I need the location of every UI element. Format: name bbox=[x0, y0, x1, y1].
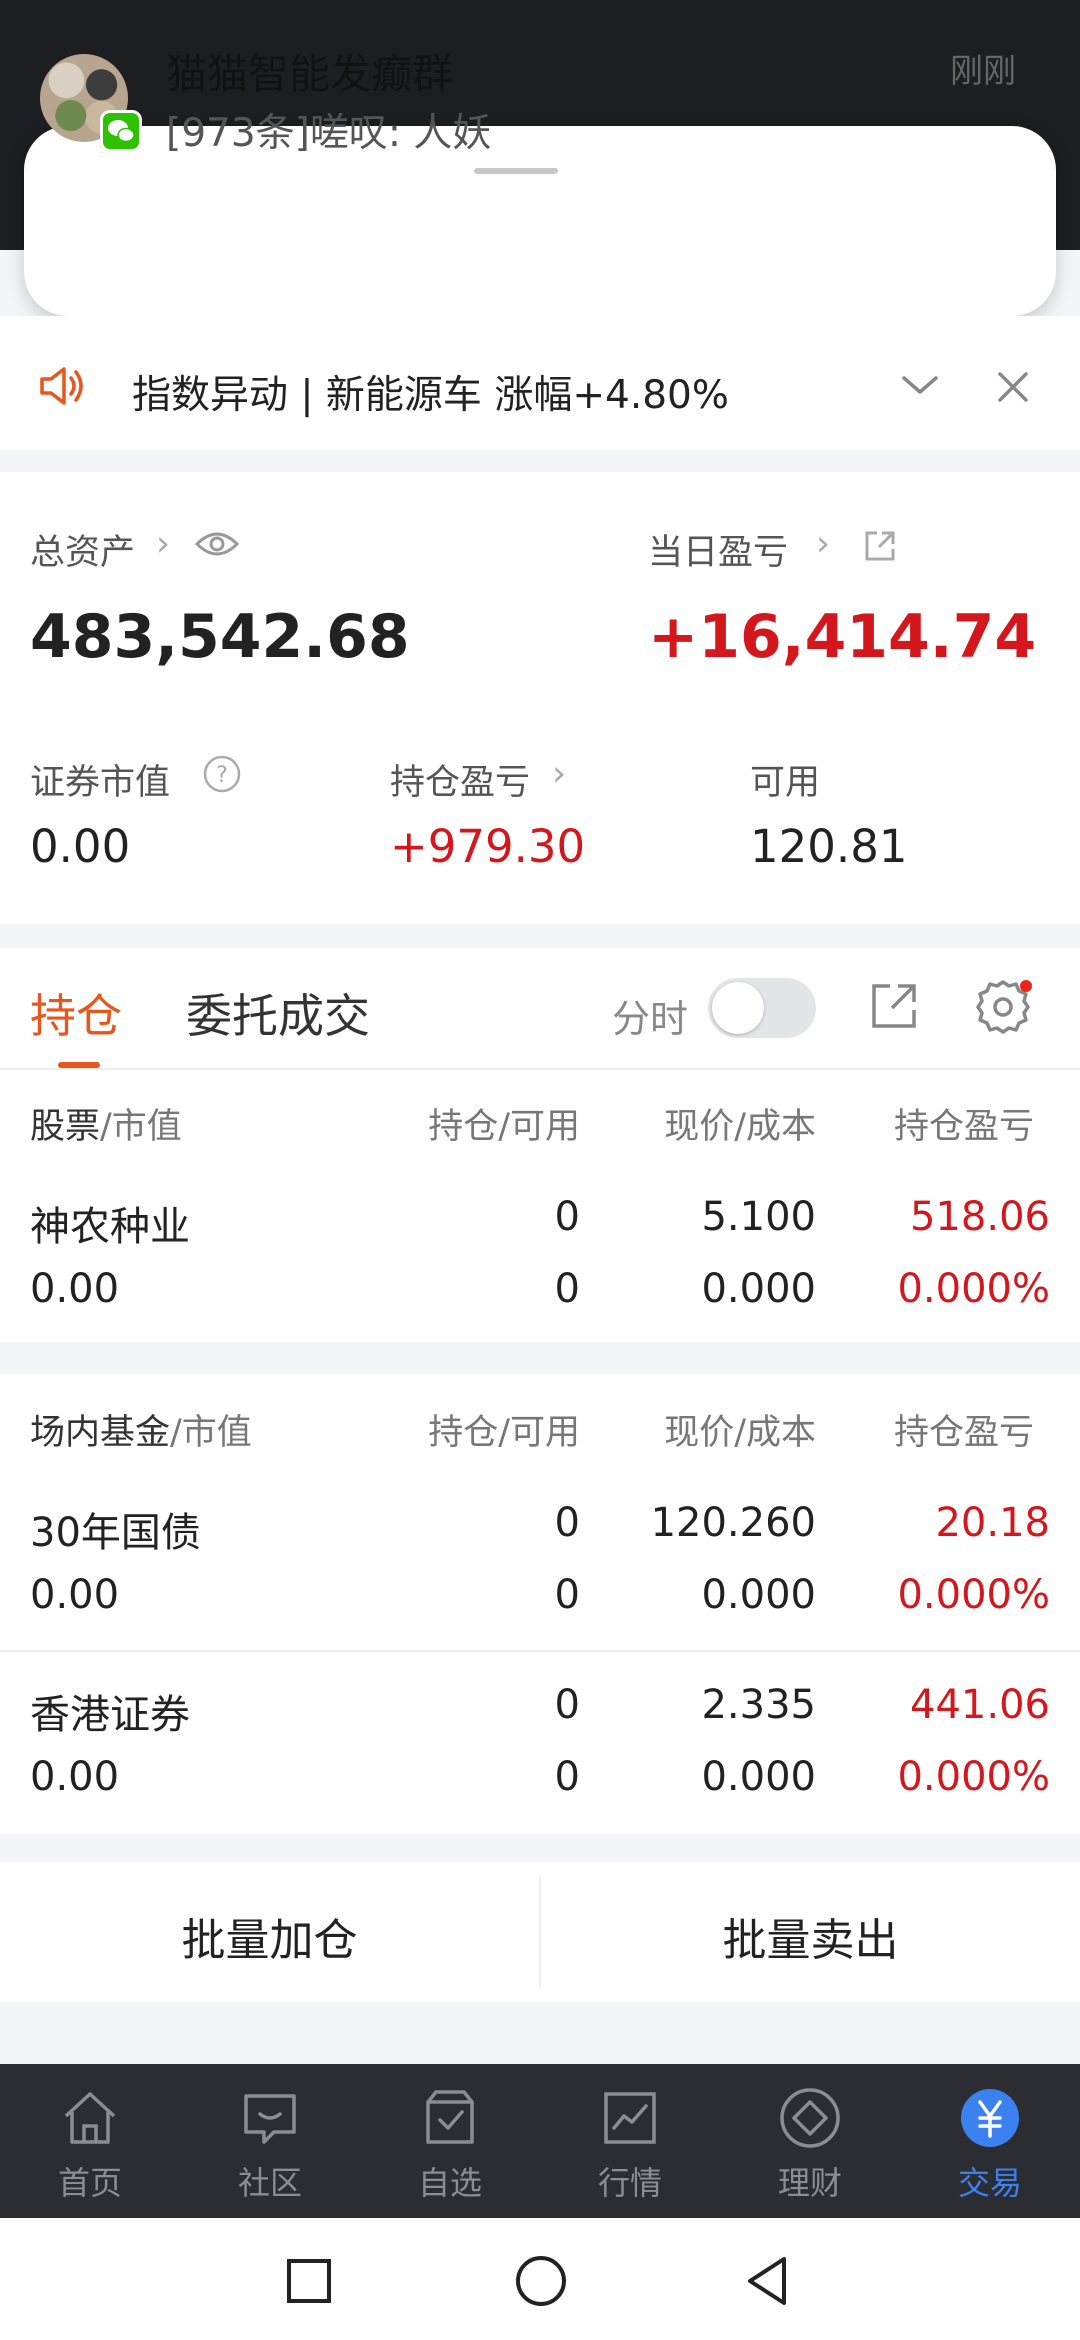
divider bbox=[0, 1068, 1080, 1070]
fund-value: 0.00 bbox=[30, 1572, 120, 1618]
nav-watchlist[interactable]: 自选 bbox=[360, 2064, 540, 2218]
nav-label: 社区 bbox=[237, 2164, 302, 2202]
stock-price: 5.100 bbox=[701, 1194, 816, 1240]
nav-trade[interactable]: 交易 bbox=[900, 2064, 1080, 2218]
market-value-label: 证券市值 bbox=[30, 763, 171, 803]
position-pl-value: +979.30 bbox=[390, 820, 586, 873]
batch-sell-button[interactable]: 批量卖出 bbox=[541, 1904, 1080, 1968]
settings-icon[interactable] bbox=[972, 976, 1034, 1038]
daily-pl-value: +16,414.74 bbox=[648, 602, 1037, 672]
recents-icon[interactable] bbox=[286, 2258, 332, 2304]
fund-pl-pct: 0.000% bbox=[897, 1754, 1050, 1800]
stock-hold: 0 bbox=[554, 1194, 580, 1240]
stock-pl-pct: 0.000% bbox=[897, 1266, 1050, 1312]
fund-price: 120.260 bbox=[650, 1500, 816, 1546]
home-icon bbox=[64, 2092, 116, 2144]
fund-hold: 0 bbox=[554, 1500, 580, 1546]
fund-value: 0.00 bbox=[30, 1754, 120, 1800]
fund-header-pl: 持仓盈亏 bbox=[894, 1413, 1035, 1453]
fund-header-price: 现价/成本 bbox=[664, 1413, 816, 1453]
nav-label: 理财 bbox=[777, 2164, 842, 2202]
section-divider bbox=[0, 1342, 1080, 1374]
share-icon[interactable] bbox=[862, 528, 898, 564]
nav-market[interactable]: 行情 bbox=[540, 2064, 720, 2218]
stock-header-price: 现价/成本 bbox=[664, 1107, 816, 1147]
share-icon[interactable] bbox=[868, 980, 920, 1032]
fund-header-name: 场内基金/市值 bbox=[30, 1413, 252, 1453]
total-assets-label[interactable]: 总资产 bbox=[30, 524, 135, 575]
chart-icon bbox=[604, 2092, 656, 2144]
notification-handle[interactable] bbox=[474, 168, 558, 174]
speaker-icon bbox=[40, 367, 83, 405]
fund-cost: 0.000 bbox=[701, 1754, 816, 1800]
nav-label: 行情 bbox=[597, 2164, 662, 2202]
fund-pl-pct: 0.000% bbox=[897, 1572, 1050, 1618]
total-assets-value: 483,542.68 bbox=[30, 602, 410, 672]
notification-body: [973条]嗟叹: 人妖 bbox=[166, 111, 492, 156]
available-value: 120.81 bbox=[750, 820, 908, 873]
fund-name[interactable]: 30年国债 bbox=[30, 1500, 201, 1558]
stock-pl: 518.06 bbox=[910, 1194, 1050, 1240]
intraday-toggle-label: 分时 bbox=[612, 997, 689, 1041]
close-icon[interactable] bbox=[996, 370, 1030, 404]
chat-icon bbox=[244, 2094, 296, 2144]
nav-label: 首页 bbox=[57, 2164, 122, 2202]
stock-header-position: 持仓/可用 bbox=[428, 1107, 580, 1147]
chevron-right-icon[interactable]: › bbox=[816, 524, 830, 564]
stock-name[interactable]: 神农种业 bbox=[30, 1194, 190, 1252]
stock-cost: 0.000 bbox=[701, 1266, 816, 1312]
fund-cost: 0.000 bbox=[701, 1572, 816, 1618]
stock-header-name: 股票/市值 bbox=[30, 1107, 182, 1147]
eye-icon[interactable] bbox=[194, 528, 240, 560]
nav-home[interactable]: 首页 bbox=[0, 2064, 180, 2218]
diamond-icon bbox=[780, 2088, 840, 2148]
stock-avail: 0 bbox=[554, 1266, 580, 1312]
position-pl-label[interactable]: 持仓盈亏 bbox=[390, 754, 530, 805]
fund-pl: 20.18 bbox=[935, 1500, 1050, 1546]
tab-positions[interactable]: 持仓 bbox=[30, 980, 122, 1046]
chevron-down-icon[interactable] bbox=[900, 370, 940, 400]
fund-hold: 0 bbox=[554, 1682, 580, 1728]
notification-time: 刚刚 bbox=[950, 51, 1016, 90]
yuan-icon bbox=[961, 2089, 1019, 2147]
back-icon[interactable] bbox=[744, 2254, 790, 2308]
nav-community[interactable]: 社区 bbox=[180, 2064, 360, 2218]
available-label: 可用 bbox=[750, 763, 821, 803]
table-row[interactable] bbox=[0, 1652, 1080, 1832]
watchlist-icon bbox=[426, 2090, 474, 2144]
fund-pl: 441.06 bbox=[910, 1682, 1050, 1728]
index-alert-text[interactable]: 指数异动 | 新能源车 涨幅+4.80% bbox=[132, 364, 729, 420]
fund-price: 2.335 bbox=[701, 1682, 816, 1728]
nav-label: 自选 bbox=[417, 2164, 482, 2202]
nav-wealth[interactable]: 理财 bbox=[720, 2064, 900, 2218]
fund-header-position: 持仓/可用 bbox=[428, 1413, 580, 1453]
help-icon[interactable]: ? bbox=[202, 754, 242, 794]
market-value: 0.00 bbox=[30, 820, 131, 873]
fund-avail: 0 bbox=[554, 1754, 580, 1800]
notification-title: 猫猫智能发癫群 bbox=[166, 50, 453, 98]
svg-text:?: ? bbox=[216, 763, 228, 788]
fund-name[interactable]: 香港证券 bbox=[30, 1682, 190, 1740]
nav-label: 交易 bbox=[957, 2164, 1022, 2202]
stock-header-pl: 持仓盈亏 bbox=[894, 1107, 1035, 1147]
daily-pl-label[interactable]: 当日盈亏 bbox=[648, 524, 788, 575]
toggle-knob bbox=[712, 982, 764, 1034]
chevron-right-icon[interactable]: › bbox=[156, 524, 170, 564]
wechat-icon bbox=[100, 110, 142, 152]
batch-add-button[interactable]: 批量加仓 bbox=[0, 1904, 539, 1968]
fund-avail: 0 bbox=[554, 1572, 580, 1618]
chevron-right-icon[interactable]: › bbox=[552, 754, 566, 794]
stock-value: 0.00 bbox=[30, 1266, 120, 1312]
home-circle-icon[interactable] bbox=[514, 2254, 568, 2308]
table-row[interactable] bbox=[0, 1470, 1080, 1650]
tab-orders[interactable]: 委托成交 bbox=[186, 980, 370, 1046]
